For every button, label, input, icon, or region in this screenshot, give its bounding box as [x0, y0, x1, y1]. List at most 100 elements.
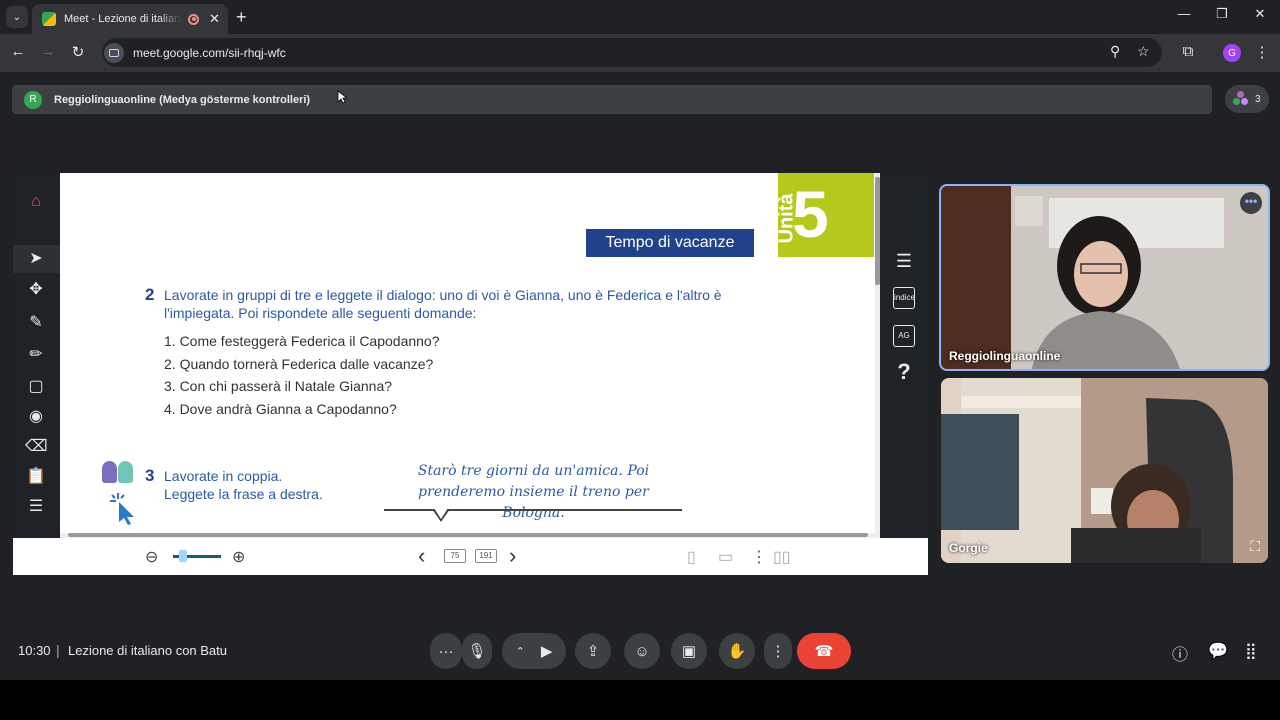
- ebook-bottom-bar: ⊖ ⊕ ‹ 75 191 › ▯ ▭ ⋮ ▯▯: [13, 538, 928, 575]
- exercise-2-text: Lavorate in gruppi di tre e leggete il d…: [164, 287, 722, 321]
- current-page[interactable]: 75: [444, 549, 466, 563]
- question-item: 1. Come festeggerà Federica il Capodanno…: [164, 333, 440, 349]
- single-page-icon[interactable]: ▯: [687, 547, 696, 567]
- handwritten-line2: prenderemo insieme il treno per Bologna.: [418, 484, 649, 521]
- microphone-icon[interactable]: 🎙: [462, 633, 492, 669]
- participants-button[interactable]: 3: [1225, 85, 1269, 113]
- move-tool-icon[interactable]: ✥: [25, 279, 47, 301]
- unit-badge: Unità 5: [776, 173, 874, 257]
- click-icon: [110, 493, 134, 525]
- presenter-avatar: R: [24, 90, 42, 109]
- tab-close-icon[interactable]: ✕: [209, 11, 220, 27]
- participant-tile[interactable]: Gorgie ⛶: [941, 378, 1268, 563]
- extensions-icon[interactable]: ⧉: [1178, 43, 1198, 60]
- chat-icon[interactable]: 💬: [1208, 641, 1228, 661]
- activities-grid-icon[interactable]: ⣿: [1245, 641, 1257, 661]
- browser-toolbar: ← → ↻ meet.google.com/sii-rhqj-wfc ⚲ ☆ ⧉…: [0, 34, 1280, 72]
- mask-tool-icon[interactable]: ◉: [25, 406, 47, 428]
- highlighter-tool-icon[interactable]: ✎: [25, 312, 47, 334]
- next-page-icon[interactable]: ›: [509, 543, 516, 569]
- recording-icon: [188, 13, 199, 25]
- maximize-icon[interactable]: ❐: [1212, 6, 1232, 22]
- total-pages: 191: [475, 549, 497, 563]
- ag-button[interactable]: AG: [893, 325, 915, 347]
- close-window-icon[interactable]: ✕: [1250, 6, 1270, 22]
- zoom-in-icon[interactable]: ⊕: [232, 547, 245, 567]
- home-icon[interactable]: ⌂: [25, 191, 47, 213]
- index-button[interactable]: indice: [893, 287, 915, 309]
- more-options-icon[interactable]: ⋮: [751, 547, 767, 567]
- double-page-icon[interactable]: ▯▯: [773, 547, 791, 567]
- pair-work-icon: [100, 459, 136, 487]
- zoom-out-icon[interactable]: ⊖: [145, 547, 158, 567]
- back-icon[interactable]: ←: [8, 43, 28, 60]
- list-icon[interactable]: ☰: [893, 251, 915, 272]
- participant-video: [941, 378, 1268, 563]
- reactions-icon[interactable]: ☺: [624, 633, 660, 669]
- site-info-icon[interactable]: [104, 42, 124, 63]
- shape-tool-icon[interactable]: ▢: [25, 376, 47, 398]
- participant-video: [941, 186, 1268, 369]
- camera-icon[interactable]: ▶: [541, 642, 553, 660]
- unit-title: Tempo di vacanze: [586, 229, 754, 257]
- raise-hand-icon[interactable]: ✋: [719, 633, 755, 669]
- handwritten-sentence: Starò tre giorni da un'amica. Poi prende…: [386, 461, 681, 524]
- reload-icon[interactable]: ↻: [68, 43, 88, 61]
- prev-page-icon[interactable]: ‹: [418, 543, 425, 569]
- forward-icon[interactable]: →: [38, 43, 58, 60]
- handwritten-line1: Starò tre giorni da un'amica. Poi: [417, 463, 650, 479]
- zoom-search-icon[interactable]: ⚲: [1110, 43, 1120, 60]
- eraser-tool-icon[interactable]: ⌫: [25, 436, 48, 458]
- meet-favicon-icon: [42, 12, 56, 26]
- exercise-3-number: 3: [145, 466, 155, 485]
- end-call-button[interactable]: ☎: [797, 633, 851, 669]
- url-text[interactable]: meet.google.com/sii-rhqj-wfc: [133, 46, 286, 60]
- minimize-icon[interactable]: —: [1174, 6, 1194, 21]
- browser-tab[interactable]: Meet - Lezione di italiano c ✕: [32, 4, 228, 34]
- mouse-cursor-icon: [337, 90, 347, 104]
- question-item: 4. Dove andrà Gianna a Capodanno?: [164, 400, 397, 417]
- bookmark-star-icon[interactable]: ☆: [1137, 43, 1150, 60]
- camera-options-chevron-icon[interactable]: ⌃: [516, 645, 525, 658]
- meet-window: ⌄ Meet - Lezione di italiano c ✕ + — ❐ ✕…: [0, 0, 1280, 720]
- shared-screen: ⌂ ➤ ✥ ✎ ✏ ▢ ◉ ⌫ 📋 ☰ Unità 5 Tempo di vac…: [13, 173, 928, 575]
- tab-search-icon[interactable]: ⌄: [6, 6, 28, 28]
- browser-tab-bar: ⌄ Meet - Lezione di italiano c ✕ + — ❐ ✕: [0, 0, 1280, 34]
- participant-name: Gorgie: [949, 541, 988, 555]
- question-item: 2. Quando tornerà Federica dalle vacanze…: [164, 355, 434, 372]
- new-tab-icon[interactable]: +: [236, 7, 247, 28]
- profile-avatar[interactable]: G: [1223, 44, 1241, 62]
- taskbar-area: [0, 680, 1280, 720]
- more-options-icon[interactable]: ⋮: [764, 633, 792, 669]
- meeting-time: 10:30: [18, 643, 51, 658]
- notes-tool-icon[interactable]: 📋: [25, 466, 47, 488]
- exercise-3-line2: Leggete la frase a destra.: [164, 486, 323, 502]
- participants-count: 3: [1255, 93, 1261, 105]
- crop-icon[interactable]: ⛶: [1250, 538, 1260, 555]
- camera-toggle[interactable]: ⌃ ▶: [502, 633, 566, 669]
- unit-number: 5: [792, 177, 829, 251]
- meeting-info-icon[interactable]: ⓘ: [1172, 641, 1188, 665]
- exercise-2-number: 2: [145, 285, 155, 304]
- tab-title: Meet - Lezione di italiano c: [64, 13, 182, 25]
- exercise-3-line1: Lavorate in coppia.: [164, 468, 283, 484]
- ebook-page: Unità 5 Tempo di vacanze 2 Lavorate in g…: [60, 173, 880, 538]
- captions-icon[interactable]: ▣: [671, 633, 707, 669]
- browser-menu-icon[interactable]: ⋮: [1252, 43, 1272, 61]
- text-tool-icon[interactable]: ☰: [25, 496, 47, 518]
- present-screen-icon[interactable]: ⇪: [575, 633, 611, 669]
- meeting-separator: |: [56, 642, 60, 658]
- help-button[interactable]: ?: [893, 359, 915, 385]
- address-bar[interactable]: meet.google.com/sii-rhqj-wfc ⚲ ☆: [102, 38, 1162, 67]
- tile-more-options-icon[interactable]: •••: [1240, 192, 1262, 214]
- speech-bubble-tail: [432, 508, 450, 522]
- presenter-banner-text[interactable]: Reggiolinguaonline (Medya gösterme kontr…: [54, 94, 310, 106]
- participant-tile[interactable]: ••• Reggiolinguaonline: [939, 184, 1270, 371]
- ebook-left-toolbar: ⌂ ➤ ✥ ✎ ✏ ▢ ◉ ⌫ 📋 ☰: [13, 173, 60, 538]
- zoom-slider-knob[interactable]: [178, 550, 187, 562]
- fit-width-icon[interactable]: ▭: [718, 547, 733, 567]
- more-controls-icon[interactable]: ···: [430, 633, 462, 669]
- pen-tool-icon[interactable]: ✏: [25, 344, 47, 366]
- participant-name: Reggiolinguaonline: [949, 349, 1061, 363]
- pointer-tool-icon[interactable]: ➤: [25, 248, 47, 270]
